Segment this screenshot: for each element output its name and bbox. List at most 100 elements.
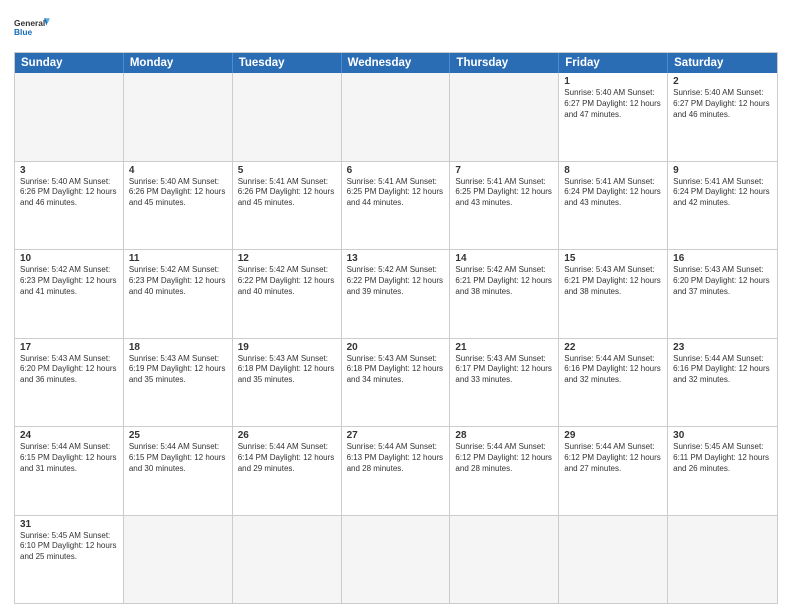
day-cell xyxy=(342,73,451,161)
day-cell: 9Sunrise: 5:41 AM Sunset: 6:24 PM Daylig… xyxy=(668,162,777,250)
weekday-header-friday: Friday xyxy=(559,53,668,73)
day-info: Sunrise: 5:40 AM Sunset: 6:26 PM Dayligh… xyxy=(20,177,118,209)
day-cell: 31Sunrise: 5:45 AM Sunset: 6:10 PM Dayli… xyxy=(15,516,124,604)
header: General Blue xyxy=(14,10,778,46)
day-info: Sunrise: 5:44 AM Sunset: 6:14 PM Dayligh… xyxy=(238,442,336,474)
calendar-row-1: 3Sunrise: 5:40 AM Sunset: 6:26 PM Daylig… xyxy=(15,161,777,250)
day-cell: 3Sunrise: 5:40 AM Sunset: 6:26 PM Daylig… xyxy=(15,162,124,250)
day-info: Sunrise: 5:40 AM Sunset: 6:27 PM Dayligh… xyxy=(564,88,662,120)
day-cell: 19Sunrise: 5:43 AM Sunset: 6:18 PM Dayli… xyxy=(233,339,342,427)
logo-container: General Blue xyxy=(14,10,50,46)
day-cell: 4Sunrise: 5:40 AM Sunset: 6:26 PM Daylig… xyxy=(124,162,233,250)
day-cell: 29Sunrise: 5:44 AM Sunset: 6:12 PM Dayli… xyxy=(559,427,668,515)
day-info: Sunrise: 5:43 AM Sunset: 6:19 PM Dayligh… xyxy=(129,354,227,386)
calendar-header: SundayMondayTuesdayWednesdayThursdayFrid… xyxy=(15,53,777,73)
calendar-row-0: 1Sunrise: 5:40 AM Sunset: 6:27 PM Daylig… xyxy=(15,73,777,161)
day-cell xyxy=(450,73,559,161)
day-number: 5 xyxy=(238,165,336,176)
page: General Blue SundayMondayTuesdayWednesda… xyxy=(0,0,792,612)
day-cell: 27Sunrise: 5:44 AM Sunset: 6:13 PM Dayli… xyxy=(342,427,451,515)
day-cell: 5Sunrise: 5:41 AM Sunset: 6:26 PM Daylig… xyxy=(233,162,342,250)
day-number: 23 xyxy=(673,342,772,353)
day-number: 6 xyxy=(347,165,445,176)
day-number: 21 xyxy=(455,342,553,353)
day-cell xyxy=(450,516,559,604)
day-number: 28 xyxy=(455,430,553,441)
day-info: Sunrise: 5:45 AM Sunset: 6:10 PM Dayligh… xyxy=(20,531,118,563)
calendar-row-5: 31Sunrise: 5:45 AM Sunset: 6:10 PM Dayli… xyxy=(15,515,777,604)
weekday-header-saturday: Saturday xyxy=(668,53,777,73)
day-number: 14 xyxy=(455,253,553,264)
day-cell: 24Sunrise: 5:44 AM Sunset: 6:15 PM Dayli… xyxy=(15,427,124,515)
day-cell: 1Sunrise: 5:40 AM Sunset: 6:27 PM Daylig… xyxy=(559,73,668,161)
weekday-header-tuesday: Tuesday xyxy=(233,53,342,73)
day-number: 2 xyxy=(673,76,772,87)
day-number: 13 xyxy=(347,253,445,264)
day-number: 18 xyxy=(129,342,227,353)
weekday-header-sunday: Sunday xyxy=(15,53,124,73)
day-info: Sunrise: 5:43 AM Sunset: 6:18 PM Dayligh… xyxy=(347,354,445,386)
day-info: Sunrise: 5:41 AM Sunset: 6:25 PM Dayligh… xyxy=(347,177,445,209)
calendar-row-2: 10Sunrise: 5:42 AM Sunset: 6:23 PM Dayli… xyxy=(15,249,777,338)
weekday-header-wednesday: Wednesday xyxy=(342,53,451,73)
day-info: Sunrise: 5:41 AM Sunset: 6:24 PM Dayligh… xyxy=(564,177,662,209)
calendar: SundayMondayTuesdayWednesdayThursdayFrid… xyxy=(14,52,778,604)
day-info: Sunrise: 5:40 AM Sunset: 6:27 PM Dayligh… xyxy=(673,88,772,120)
day-number: 11 xyxy=(129,253,227,264)
day-cell xyxy=(342,516,451,604)
day-cell xyxy=(233,73,342,161)
day-cell: 2Sunrise: 5:40 AM Sunset: 6:27 PM Daylig… xyxy=(668,73,777,161)
day-info: Sunrise: 5:44 AM Sunset: 6:15 PM Dayligh… xyxy=(129,442,227,474)
day-cell: 6Sunrise: 5:41 AM Sunset: 6:25 PM Daylig… xyxy=(342,162,451,250)
day-number: 7 xyxy=(455,165,553,176)
day-number: 26 xyxy=(238,430,336,441)
day-number: 10 xyxy=(20,253,118,264)
day-info: Sunrise: 5:42 AM Sunset: 6:22 PM Dayligh… xyxy=(238,265,336,297)
day-cell: 20Sunrise: 5:43 AM Sunset: 6:18 PM Dayli… xyxy=(342,339,451,427)
day-info: Sunrise: 5:43 AM Sunset: 6:21 PM Dayligh… xyxy=(564,265,662,297)
day-cell xyxy=(124,516,233,604)
day-cell xyxy=(559,516,668,604)
day-info: Sunrise: 5:43 AM Sunset: 6:20 PM Dayligh… xyxy=(20,354,118,386)
day-info: Sunrise: 5:43 AM Sunset: 6:17 PM Dayligh… xyxy=(455,354,553,386)
weekday-header-monday: Monday xyxy=(124,53,233,73)
day-cell: 30Sunrise: 5:45 AM Sunset: 6:11 PM Dayli… xyxy=(668,427,777,515)
day-cell: 12Sunrise: 5:42 AM Sunset: 6:22 PM Dayli… xyxy=(233,250,342,338)
day-number: 30 xyxy=(673,430,772,441)
calendar-row-3: 17Sunrise: 5:43 AM Sunset: 6:20 PM Dayli… xyxy=(15,338,777,427)
day-number: 3 xyxy=(20,165,118,176)
day-cell: 28Sunrise: 5:44 AM Sunset: 6:12 PM Dayli… xyxy=(450,427,559,515)
day-number: 22 xyxy=(564,342,662,353)
day-number: 19 xyxy=(238,342,336,353)
day-number: 9 xyxy=(673,165,772,176)
day-info: Sunrise: 5:43 AM Sunset: 6:20 PM Dayligh… xyxy=(673,265,772,297)
day-info: Sunrise: 5:41 AM Sunset: 6:26 PM Dayligh… xyxy=(238,177,336,209)
day-number: 29 xyxy=(564,430,662,441)
day-cell xyxy=(233,516,342,604)
day-info: Sunrise: 5:43 AM Sunset: 6:18 PM Dayligh… xyxy=(238,354,336,386)
svg-text:Blue: Blue xyxy=(14,27,33,37)
logo: General Blue xyxy=(14,10,50,46)
day-number: 27 xyxy=(347,430,445,441)
day-cell: 8Sunrise: 5:41 AM Sunset: 6:24 PM Daylig… xyxy=(559,162,668,250)
day-cell: 23Sunrise: 5:44 AM Sunset: 6:16 PM Dayli… xyxy=(668,339,777,427)
day-number: 12 xyxy=(238,253,336,264)
day-info: Sunrise: 5:42 AM Sunset: 6:22 PM Dayligh… xyxy=(347,265,445,297)
day-info: Sunrise: 5:45 AM Sunset: 6:11 PM Dayligh… xyxy=(673,442,772,474)
calendar-body: 1Sunrise: 5:40 AM Sunset: 6:27 PM Daylig… xyxy=(15,73,777,603)
day-cell: 13Sunrise: 5:42 AM Sunset: 6:22 PM Dayli… xyxy=(342,250,451,338)
day-cell xyxy=(668,516,777,604)
day-number: 17 xyxy=(20,342,118,353)
day-number: 31 xyxy=(20,519,118,530)
day-cell xyxy=(124,73,233,161)
day-info: Sunrise: 5:44 AM Sunset: 6:15 PM Dayligh… xyxy=(20,442,118,474)
logo-icon: General Blue xyxy=(14,10,50,46)
day-cell: 26Sunrise: 5:44 AM Sunset: 6:14 PM Dayli… xyxy=(233,427,342,515)
day-cell: 14Sunrise: 5:42 AM Sunset: 6:21 PM Dayli… xyxy=(450,250,559,338)
day-cell: 17Sunrise: 5:43 AM Sunset: 6:20 PM Dayli… xyxy=(15,339,124,427)
day-cell: 21Sunrise: 5:43 AM Sunset: 6:17 PM Dayli… xyxy=(450,339,559,427)
day-info: Sunrise: 5:44 AM Sunset: 6:13 PM Dayligh… xyxy=(347,442,445,474)
day-info: Sunrise: 5:42 AM Sunset: 6:21 PM Dayligh… xyxy=(455,265,553,297)
day-info: Sunrise: 5:44 AM Sunset: 6:12 PM Dayligh… xyxy=(564,442,662,474)
day-info: Sunrise: 5:41 AM Sunset: 6:24 PM Dayligh… xyxy=(673,177,772,209)
